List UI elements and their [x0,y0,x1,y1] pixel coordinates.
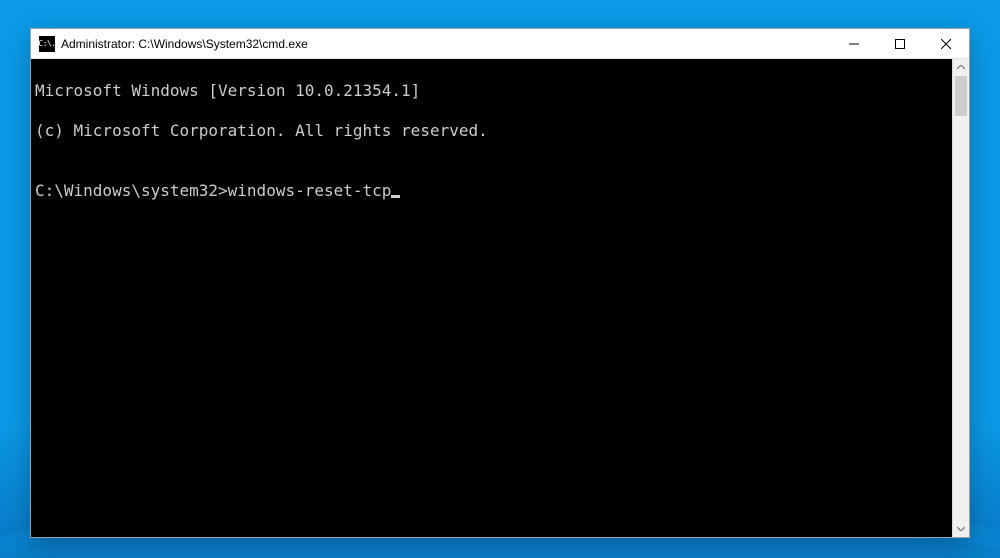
cmd-icon: C:\. [39,36,55,52]
prompt-path: C:\Windows\system32> [35,181,228,200]
banner-line: (c) Microsoft Corporation. All rights re… [35,121,948,141]
window-client-area: Microsoft Windows [Version 10.0.21354.1]… [31,59,969,537]
maximize-button[interactable] [877,29,923,59]
maximize-icon [895,39,905,49]
prompt-line[interactable]: C:\Windows\system32>windows-reset-tcp [35,181,948,201]
close-icon [941,39,951,49]
close-button[interactable] [923,29,969,59]
scroll-down-button[interactable] [953,520,969,537]
chevron-down-icon [957,526,965,531]
scroll-thumb[interactable] [955,76,967,116]
scroll-track[interactable] [953,76,969,520]
chevron-up-icon [957,65,965,70]
minimize-button[interactable] [831,29,877,59]
terminal-output[interactable]: Microsoft Windows [Version 10.0.21354.1]… [31,59,952,537]
minimize-icon [849,39,859,49]
window-title: Administrator: C:\Windows\System32\cmd.e… [61,37,308,51]
scroll-up-button[interactable] [953,59,969,76]
titlebar[interactable]: C:\. Administrator: C:\Windows\System32\… [31,29,969,59]
typed-command: windows-reset-tcp [228,181,392,200]
banner-line: Microsoft Windows [Version 10.0.21354.1] [35,81,948,101]
text-cursor [391,195,400,198]
window-controls [831,29,969,59]
cmd-window: C:\. Administrator: C:\Windows\System32\… [30,28,970,538]
vertical-scrollbar[interactable] [952,59,969,537]
